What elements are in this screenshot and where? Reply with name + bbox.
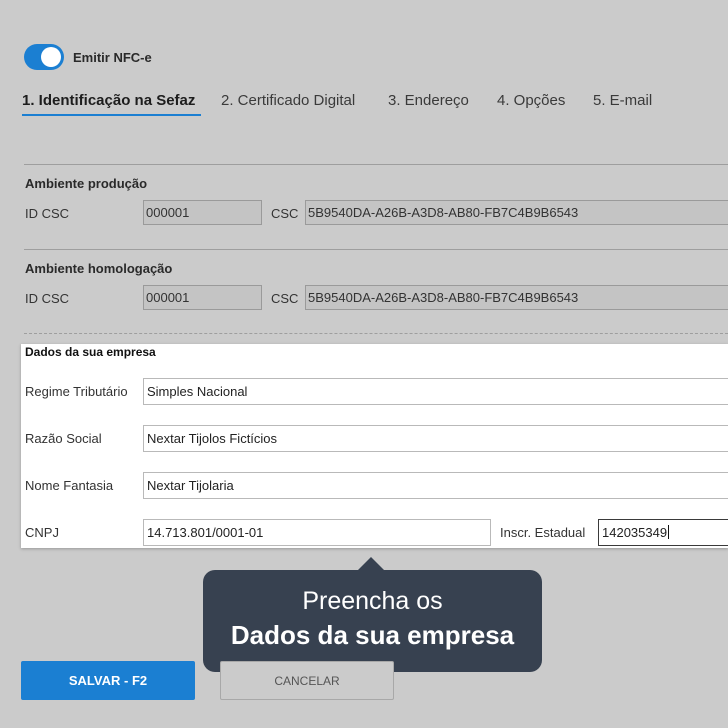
nome-fantasia-label: Nome Fantasia — [25, 478, 114, 493]
emitir-nfce-toggle[interactable] — [24, 44, 64, 70]
tooltip-line-1: Preencha os — [302, 587, 443, 615]
divider — [24, 164, 728, 165]
divider — [24, 333, 728, 334]
csc-homologacao-field[interactable]: 5B9540DA-A26B-A3D8-AB80-FB7C4B9B6543 — [305, 285, 728, 310]
nome-fantasia-input[interactable]: Nextar Tijolaria — [143, 472, 728, 499]
cancel-button[interactable]: CANCELAR — [220, 661, 394, 700]
csc-producao-field[interactable]: 5B9540DA-A26B-A3D8-AB80-FB7C4B9B6543 — [305, 200, 728, 225]
cnpj-label: CNPJ — [25, 525, 59, 540]
id-csc-homologacao-field[interactable]: 000001 — [143, 285, 262, 310]
csc-producao-label: CSC — [271, 206, 299, 221]
dados-empresa-panel: Dados da sua empresa Regime Tributário S… — [21, 344, 728, 548]
id-csc-homologacao-label: ID CSC — [25, 291, 70, 306]
tooltip-line-2: Dados da sua empresa — [230, 620, 515, 650]
divider — [24, 249, 728, 250]
razao-social-input[interactable]: Nextar Tijolos Fictícios — [143, 425, 728, 452]
save-button[interactable]: SALVAR - F2 — [21, 661, 195, 700]
cnpj-input[interactable]: 14.713.801/0001-01 — [143, 519, 491, 546]
section-title-homologacao: Ambiente homologação — [25, 261, 173, 276]
regime-tributario-select[interactable]: Simples Nacional — [143, 378, 728, 405]
regime-tributario-label: Regime Tributário — [25, 384, 128, 399]
inscricao-estadual-label: Inscr. Estadual — [500, 525, 586, 540]
tab-identificacao-sefaz[interactable]: 1. Identificação na Sefaz — [22, 92, 195, 109]
active-tab-indicator — [22, 114, 201, 116]
text-cursor — [668, 525, 670, 539]
id-csc-producao-label: ID CSC — [25, 206, 70, 221]
toggle-knob — [41, 47, 61, 67]
tab-email[interactable]: 5. E-mail — [593, 92, 652, 109]
section-title-producao: Ambiente produção — [25, 176, 148, 191]
tab-certificado-digital[interactable]: 2. Certificado Digital — [221, 92, 355, 109]
id-csc-producao-field[interactable]: 000001 — [143, 200, 262, 225]
razao-social-label: Razão Social — [25, 431, 102, 446]
tab-opcoes[interactable]: 4. Opções — [497, 92, 565, 109]
csc-homologacao-label: CSC — [271, 291, 299, 306]
hint-tooltip: Preencha os Dados da sua empresa — [203, 570, 542, 672]
tooltip-arrow — [357, 557, 385, 571]
tab-endereco[interactable]: 3. Endereço — [388, 92, 469, 109]
inscricao-estadual-value: 142035349 — [602, 525, 668, 540]
inscricao-estadual-input[interactable]: 142035349 — [598, 519, 728, 546]
dados-empresa-title: Dados da sua empresa — [25, 345, 156, 359]
emitir-nfce-label: Emitir NFC-e — [73, 50, 152, 65]
